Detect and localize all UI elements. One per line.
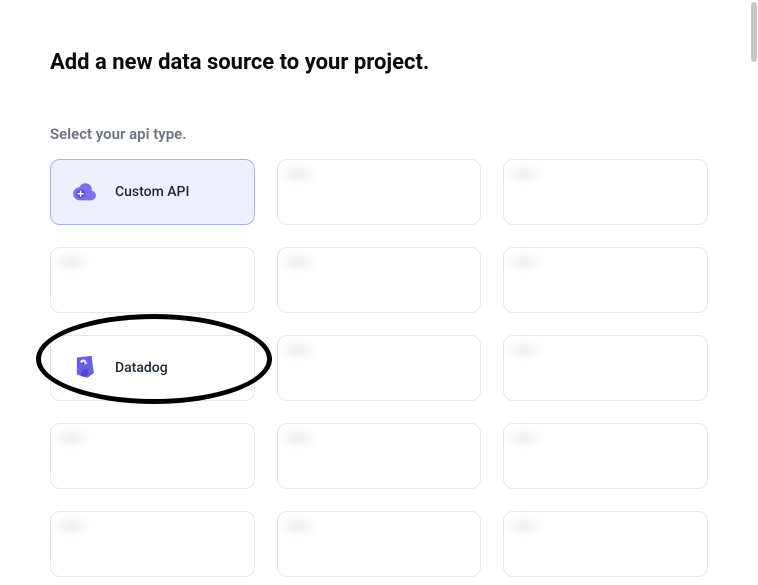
api-option-5[interactable] [277, 247, 482, 313]
api-option-14[interactable] [277, 511, 482, 577]
api-option-custom-api[interactable]: Custom API [50, 159, 255, 225]
page-title: Add a new data source to your project. [50, 50, 708, 75]
blank-icon [71, 266, 99, 294]
blank-icon [298, 530, 326, 558]
api-option-4[interactable] [50, 247, 255, 313]
blank-icon [524, 530, 552, 558]
api-option-3[interactable] [503, 159, 708, 225]
blank-icon [298, 266, 326, 294]
api-option-12[interactable] [503, 423, 708, 489]
blank-icon [298, 354, 326, 382]
api-option-11[interactable] [277, 423, 482, 489]
api-option-label: Datadog [115, 360, 168, 376]
cloud-plus-icon [71, 178, 99, 206]
blank-icon [524, 266, 552, 294]
blank-icon [71, 530, 99, 558]
api-option-label: Custom API [115, 184, 189, 200]
api-option-datadog[interactable]: Datadog [50, 335, 255, 401]
datadog-icon [71, 354, 99, 382]
api-option-8[interactable] [277, 335, 482, 401]
api-option-9[interactable] [503, 335, 708, 401]
blank-icon [524, 178, 552, 206]
blank-icon [524, 354, 552, 382]
api-type-grid: Custom API [50, 159, 708, 577]
select-api-subtitle: Select your api type. [50, 125, 708, 143]
api-option-6[interactable] [503, 247, 708, 313]
scrollbar-track[interactable] [750, 0, 758, 585]
scrollbar-thumb[interactable] [751, 2, 757, 62]
api-option-2[interactable] [277, 159, 482, 225]
blank-icon [298, 442, 326, 470]
blank-icon [524, 442, 552, 470]
blank-icon [71, 442, 99, 470]
api-option-15[interactable] [503, 511, 708, 577]
api-option-10[interactable] [50, 423, 255, 489]
blank-icon [298, 178, 326, 206]
api-option-13[interactable] [50, 511, 255, 577]
